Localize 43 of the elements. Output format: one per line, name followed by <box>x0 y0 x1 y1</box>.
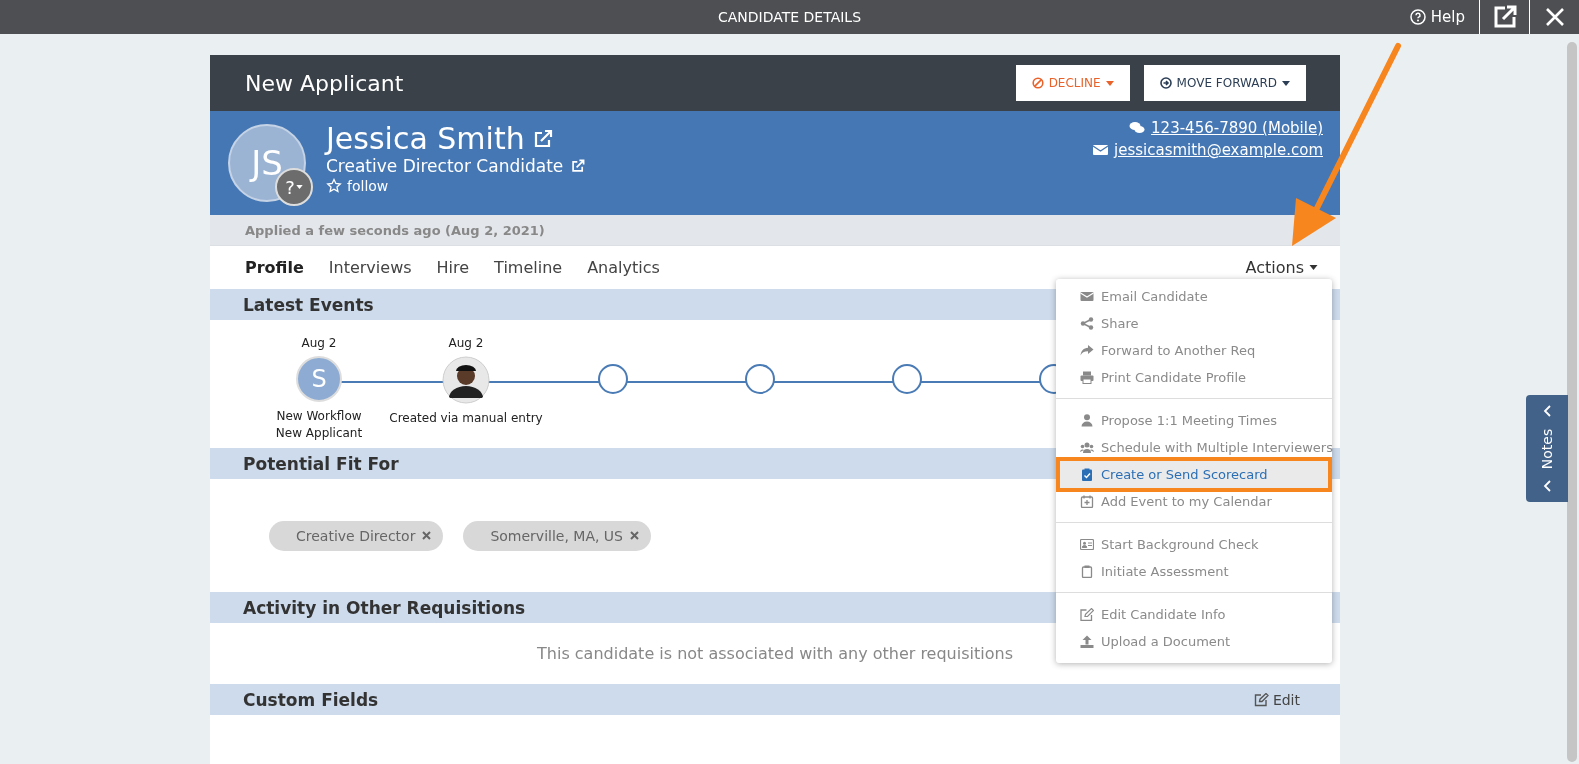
section-title: Latest Events <box>243 294 374 315</box>
applied-text: Applied a few seconds ago (Aug 2, 2021) <box>245 222 545 238</box>
section-title: Activity in Other Requisitions <box>243 597 526 618</box>
fit-tag[interactable]: Creative Director <box>269 520 444 551</box>
event-date: Aug 2 <box>448 336 484 352</box>
event-label: New Applicant <box>275 425 363 442</box>
menu-item[interactable]: Forward to Another Req <box>1056 337 1332 364</box>
phone-link[interactable]: 123-456-7890 (Mobile) <box>1129 119 1323 137</box>
menu-item[interactable]: Initiate Assessment <box>1056 558 1332 585</box>
follow-button[interactable]: follow <box>326 176 389 196</box>
menu-item[interactable]: Edit Candidate Info <box>1056 601 1332 628</box>
candidate-position: Creative Director Candidate <box>326 156 564 176</box>
section-title: Potential Fit For <box>243 453 399 474</box>
empty-message: This candidate is not associated with any other requisitions <box>537 644 1013 663</box>
menu-item[interactable]: Email Candidate <box>1056 283 1332 310</box>
help-button[interactable]: Help <box>1395 0 1479 34</box>
candidate-name: Jessica Smith <box>326 121 525 156</box>
email-link[interactable]: jessicasmith@example.com <box>1093 141 1323 159</box>
menu-item[interactable]: Print Candidate Profile <box>1056 364 1332 391</box>
window-title: CANDIDATE DETAILS <box>717 9 862 25</box>
menu-item[interactable]: Start Background Check <box>1056 531 1332 558</box>
tab[interactable]: Timeline <box>494 258 563 277</box>
tab[interactable]: Hire <box>436 258 470 277</box>
tab[interactable]: Analytics <box>587 258 660 277</box>
menu-item[interactable]: Upload a Document <box>1056 628 1332 655</box>
notes-tab[interactable]: Notes <box>1526 395 1568 502</box>
stage-title: New Applicant <box>245 70 404 96</box>
menu-item[interactable]: Share <box>1056 310 1332 337</box>
edit-button[interactable]: Edit <box>1247 690 1306 709</box>
decline-button[interactable]: DECLINE <box>1015 65 1130 101</box>
menu-item[interactable]: Schedule with Multiple Interviewers <box>1056 434 1332 461</box>
event-date: Aug 2 <box>301 336 337 352</box>
event-node[interactable]: S <box>296 356 342 402</box>
move-forward-button[interactable]: MOVE FORWARD <box>1143 65 1306 101</box>
tab[interactable]: Profile <box>245 258 304 277</box>
section-title: Custom Fields <box>243 689 379 710</box>
menu-item[interactable]: Propose 1:1 Meeting Times <box>1056 407 1332 434</box>
event-label: Created via manual entry <box>389 410 543 427</box>
fit-tag[interactable]: Somerville, MA, US <box>463 520 651 551</box>
event-label: New Workflow <box>276 408 362 425</box>
actions-dropdown[interactable]: Actions <box>1239 257 1324 278</box>
menu-item[interactable]: Add Event to my Calendar <box>1056 488 1332 515</box>
tab[interactable]: Interviews <box>328 258 412 277</box>
